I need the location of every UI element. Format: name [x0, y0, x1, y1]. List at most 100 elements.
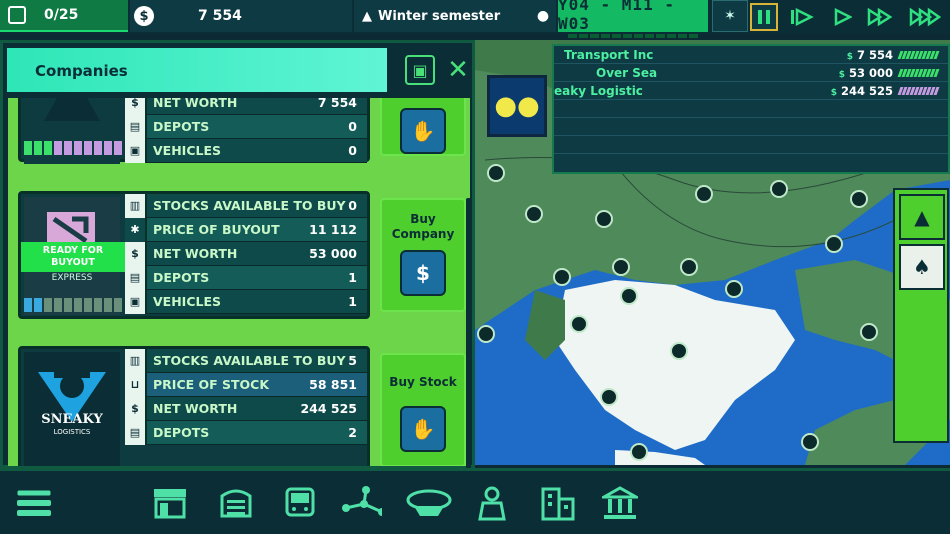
- fastest-icon: [909, 7, 942, 27]
- buy-stock-button[interactable]: ✋: [400, 406, 446, 452]
- station-marker[interactable]: [680, 258, 698, 276]
- bus-icon: ▣: [125, 138, 147, 163]
- company-logo: SNEAKY LOGISTICS: [24, 352, 120, 466]
- shop-icon[interactable]: [150, 483, 190, 523]
- route-icon[interactable]: [342, 483, 382, 523]
- pause-icon: [758, 10, 770, 24]
- menu-icon[interactable]: [14, 483, 54, 523]
- station-marker[interactable]: [801, 433, 819, 451]
- ranking-row[interactable]: Over Sea $ 53 000: [554, 64, 948, 82]
- fastest-button[interactable]: [908, 3, 944, 31]
- station-marker[interactable]: [695, 185, 713, 203]
- station-marker[interactable]: [525, 205, 543, 223]
- driver-cap-icon[interactable]: [406, 483, 452, 523]
- season-icon[interactable]: ✶: [712, 0, 748, 32]
- buy-company-button[interactable]: $: [400, 250, 446, 296]
- station-marker[interactable]: [850, 190, 868, 208]
- station-marker[interactable]: [553, 268, 571, 286]
- panel-layout-button[interactable]: ▣: [405, 55, 435, 85]
- station-marker[interactable]: [600, 388, 618, 406]
- top-bar: 0/25 $ 7 554 ▲ Winter semester ● Y04 - M…: [0, 0, 950, 38]
- basket-icon: ⊔: [125, 372, 147, 397]
- pause-button[interactable]: [750, 3, 778, 31]
- currency-sign: $: [830, 87, 837, 98]
- bus-icon: [8, 6, 26, 24]
- station-marker[interactable]: [620, 287, 638, 305]
- tree-icon: ♠: [913, 255, 931, 279]
- stat-label: NET WORTH: [153, 401, 238, 416]
- bank-icon[interactable]: [600, 483, 640, 523]
- stat-row: ▥ STOCKS AVAILABLE TO BUY 0: [125, 193, 367, 218]
- station-marker[interactable]: [477, 325, 495, 343]
- depot-icon[interactable]: [216, 483, 256, 523]
- stat-value: 1: [348, 270, 357, 285]
- station-marker[interactable]: [595, 210, 613, 228]
- stat-row: ✱ PRICE OF BUYOUT 11 112: [125, 217, 367, 242]
- station-marker[interactable]: [770, 180, 788, 198]
- graduation-cap-icon: ▲: [362, 8, 372, 24]
- company-stats: ▥ STOCKS AVAILABLE TO BUY 0 ✱ PRICE OF BUYO…: [125, 193, 367, 314]
- station-marker[interactable]: [860, 323, 878, 341]
- station-marker[interactable]: [670, 342, 688, 360]
- logo-subtext: LOGISTICS: [53, 428, 91, 436]
- stat-value: 0: [348, 143, 357, 158]
- list-scrollbar[interactable]: [466, 198, 471, 498]
- play-button[interactable]: [828, 3, 856, 31]
- ranking-row[interactable]: eaky Logistic $ 244 525: [554, 82, 948, 100]
- companies-overlay-button[interactable]: ●●: [487, 75, 547, 137]
- ranking-row[interactable]: Transport Inc $ 7 554: [554, 46, 948, 64]
- stat-label: DEPOTS: [153, 425, 210, 440]
- stat-label: STOCKS AVAILABLE TO BUY: [153, 353, 346, 368]
- ranking-value-text: 244 525: [840, 83, 893, 98]
- currency-sign: $: [846, 51, 853, 62]
- close-icon: ✕: [447, 55, 469, 85]
- vehicle-count[interactable]: 0/25: [0, 0, 128, 32]
- dollar-icon: $: [134, 6, 154, 26]
- bus-icon[interactable]: [280, 483, 320, 523]
- staff-icon[interactable]: [472, 483, 512, 523]
- location-pin-icon[interactable]: ●: [530, 0, 556, 32]
- station-marker[interactable]: [612, 258, 630, 276]
- money-text: 7 554: [198, 8, 242, 24]
- card-0-action: ✋: [380, 98, 466, 156]
- stat-label: NET WORTH: [153, 98, 238, 110]
- step-button[interactable]: [788, 3, 816, 31]
- date-display: Y04 - M11 - W03: [558, 0, 708, 38]
- stat-value: 5: [348, 353, 357, 368]
- stat-value: 53 000: [309, 246, 357, 261]
- company-card: $ NET WORTH 7 554 ▤ DEPOTS 0 ▣ VEHICLES 0: [18, 98, 370, 164]
- city-icon[interactable]: [538, 483, 578, 523]
- handshake-icon: ✋: [410, 119, 436, 143]
- company-stats: $ NET WORTH 7 554 ▤ DEPOTS 0 ▣ VEHICLES 0: [125, 98, 367, 163]
- ranking-value: $ 244 525: [819, 84, 899, 98]
- ranking-bars: [897, 68, 940, 77]
- depot-icon: ▤: [125, 420, 147, 445]
- ranking-value: $ 53 000: [819, 66, 899, 80]
- close-button[interactable]: ✕: [443, 55, 473, 85]
- bus-icon: ▣: [125, 289, 147, 314]
- company-bars: [24, 298, 122, 312]
- game-screen: 0/25 $ 7 554 ▲ Winter semester ● Y04 - M…: [0, 0, 950, 534]
- buy-stock-panel: Buy Stock ✋: [380, 353, 466, 466]
- depot-icon: ▤: [125, 265, 147, 290]
- station-marker[interactable]: [630, 443, 648, 461]
- university-filter-button[interactable]: ▲: [899, 194, 945, 240]
- fast-forward-button[interactable]: [866, 3, 894, 31]
- station-marker[interactable]: [725, 280, 743, 298]
- station-marker[interactable]: [570, 315, 588, 333]
- company-ranking: Transport Inc $ 7 554 Over Sea $ 53 000 …: [552, 44, 950, 174]
- companies-list[interactable]: $ NET WORTH 7 554 ▤ DEPOTS 0 ▣ VEHICLES 0 ✋ EX…: [8, 98, 470, 466]
- ranking-row-empty: [554, 100, 948, 118]
- companies-panel: Companies ▣ ✕ $ NET WORTH 7 554 ▤ DEPOTS 0 ▣…: [0, 40, 475, 498]
- people-icon: ●●: [494, 91, 540, 121]
- bottom-toolbar: [0, 468, 950, 534]
- stat-value: 0: [348, 198, 357, 213]
- station-marker[interactable]: [825, 235, 843, 253]
- stat-row: ▣ VEHICLES 0: [125, 138, 367, 163]
- landmark-filter-button[interactable]: ♠: [899, 244, 945, 290]
- stat-row: ▣ VEHICLES 1: [125, 289, 367, 314]
- stocks-icon: ▥: [125, 193, 147, 218]
- handshake-button[interactable]: ✋: [400, 108, 446, 154]
- station-marker[interactable]: [487, 164, 505, 182]
- ranking-bars: [897, 86, 940, 95]
